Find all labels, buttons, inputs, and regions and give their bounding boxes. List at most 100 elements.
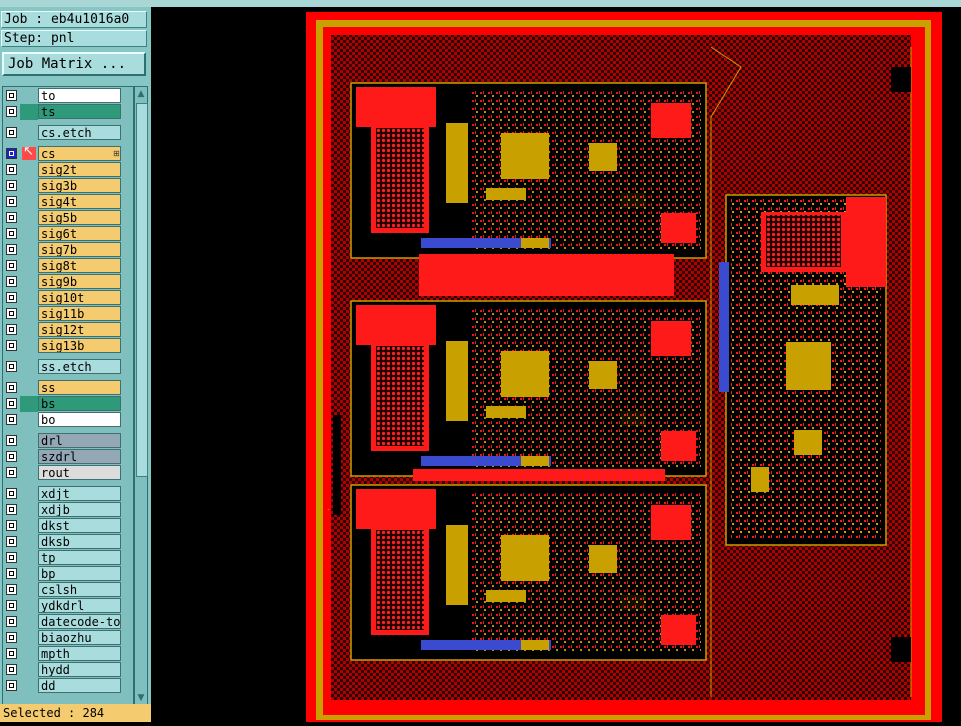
checkbox-icon[interactable]: [6, 600, 17, 611]
layer-row-sig10t[interactable]: sig10t: [3, 290, 133, 306]
layer-name[interactable]: sig7b: [38, 242, 121, 257]
layer-affected-cell[interactable]: [20, 226, 38, 242]
layer-affected-cell[interactable]: [20, 306, 38, 322]
layer-name[interactable]: tp: [38, 550, 121, 565]
layer-affected-cell[interactable]: [20, 598, 38, 614]
layer-affected-cell[interactable]: [20, 449, 38, 465]
checkbox-icon[interactable]: [6, 616, 17, 627]
layer-affected-cell[interactable]: [20, 646, 38, 662]
layer-name[interactable]: dkst: [38, 518, 121, 533]
layer-name[interactable]: sig9b: [38, 274, 121, 289]
layer-affected-cell[interactable]: [20, 534, 38, 550]
layer-affected-cell[interactable]: [20, 582, 38, 598]
checkbox-icon[interactable]: [6, 292, 17, 303]
checkbox-icon[interactable]: [6, 414, 17, 425]
layer-affected-cell[interactable]: [20, 678, 38, 694]
layer-affected-cell[interactable]: [20, 290, 38, 306]
layer-affected-cell[interactable]: [20, 359, 38, 375]
checkbox-icon[interactable]: [6, 648, 17, 659]
layer-name[interactable]: szdrl: [38, 449, 121, 464]
layer-name[interactable]: xdjt: [38, 486, 121, 501]
layer-affected-cell[interactable]: [20, 162, 38, 178]
layer-name[interactable]: biaozhu: [38, 630, 121, 645]
checkbox-icon[interactable]: [6, 244, 17, 255]
layer-name[interactable]: bp: [38, 566, 121, 581]
checkbox-icon[interactable]: [6, 324, 17, 335]
layer-row-sig11b[interactable]: sig11b: [3, 306, 133, 322]
layer-row-cs[interactable]: cs⊞: [3, 144, 133, 162]
layer-row-xdjb[interactable]: xdjb: [3, 502, 133, 518]
layer-row-sig6t[interactable]: sig6t: [3, 226, 133, 242]
layer-name[interactable]: cs.etch: [38, 125, 121, 140]
layer-affected-cell[interactable]: [20, 630, 38, 646]
layer-name[interactable]: rout: [38, 465, 121, 480]
checkbox-icon[interactable]: [6, 148, 17, 159]
layer-name[interactable]: to: [38, 88, 121, 103]
layer-affected-cell[interactable]: [20, 614, 38, 630]
layer-name[interactable]: ts: [38, 104, 121, 119]
layer-name[interactable]: bo: [38, 412, 121, 427]
checkbox-icon[interactable]: [6, 451, 17, 462]
layer-affected-cell[interactable]: [20, 396, 38, 412]
layer-affected-cell[interactable]: [20, 566, 38, 582]
layer-row-sig5b[interactable]: sig5b: [3, 210, 133, 226]
checkbox-icon[interactable]: [6, 106, 17, 117]
layer-row-mpth[interactable]: mpth: [3, 646, 133, 662]
graphic-canvas[interactable]: .: [151, 7, 961, 722]
checkbox-icon[interactable]: [6, 435, 17, 446]
layer-row-bp[interactable]: bp: [3, 566, 133, 582]
layer-row-sig9b[interactable]: sig9b: [3, 274, 133, 290]
layer-name[interactable]: drl: [38, 433, 121, 448]
layer-name[interactable]: sig13b: [38, 338, 121, 353]
layer-affected-cell[interactable]: [20, 242, 38, 258]
checkbox-icon[interactable]: [6, 664, 17, 675]
layer-affected-cell[interactable]: [20, 412, 38, 428]
layer-row-sig2t[interactable]: sig2t: [3, 162, 133, 178]
layer-name[interactable]: sig4t: [38, 194, 121, 209]
layer-name[interactable]: sig12t: [38, 322, 121, 337]
layer-affected-cell[interactable]: [20, 465, 38, 481]
scroll-up-icon[interactable]: ▲: [136, 88, 146, 100]
layer-name[interactable]: cslsh: [38, 582, 121, 597]
checkbox-icon[interactable]: [6, 680, 17, 691]
layer-name[interactable]: hydd: [38, 662, 121, 677]
layer-affected-cell[interactable]: [20, 550, 38, 566]
checkbox-icon[interactable]: [6, 398, 17, 409]
layer-name[interactable]: sig8t: [38, 258, 121, 273]
layer-affected-cell[interactable]: [20, 322, 38, 338]
layer-name[interactable]: cs: [38, 146, 121, 161]
checkbox-icon[interactable]: [6, 196, 17, 207]
layer-name[interactable]: sig2t: [38, 162, 121, 177]
layer-affected-cell[interactable]: [20, 518, 38, 534]
scroll-down-icon[interactable]: ▼: [136, 692, 146, 704]
checkbox-icon[interactable]: [6, 127, 17, 138]
layer-row-sig3b[interactable]: sig3b: [3, 178, 133, 194]
checkbox-icon[interactable]: [6, 212, 17, 223]
layer-row-szdrl[interactable]: szdrl: [3, 449, 133, 465]
checkbox-icon[interactable]: [6, 504, 17, 515]
checkbox-icon[interactable]: [6, 382, 17, 393]
layer-row-cslsh[interactable]: cslsh: [3, 582, 133, 598]
layer-name[interactable]: sig3b: [38, 178, 121, 193]
checkbox-icon[interactable]: [6, 552, 17, 563]
layer-row-bs[interactable]: bs: [3, 396, 133, 412]
layer-name[interactable]: ydkdrl: [38, 598, 121, 613]
checkbox-icon[interactable]: [6, 467, 17, 478]
layer-row-drl[interactable]: drl: [3, 433, 133, 449]
layer-name[interactable]: dd: [38, 678, 121, 693]
layer-name[interactable]: sig5b: [38, 210, 121, 225]
layer-name[interactable]: bs: [38, 396, 121, 411]
layer-row-dksb[interactable]: dksb: [3, 534, 133, 550]
layer-row-ss[interactable]: ss: [3, 380, 133, 396]
layer-row-dkst[interactable]: dkst: [3, 518, 133, 534]
layer-affected-cell[interactable]: [20, 178, 38, 194]
layer-affected-cell[interactable]: [20, 502, 38, 518]
layer-name[interactable]: dksb: [38, 534, 121, 549]
layer-row-cs.etch[interactable]: cs.etch: [3, 125, 133, 141]
layer-affected-cell[interactable]: [20, 380, 38, 396]
layer-name[interactable]: ss: [38, 380, 121, 395]
layer-name[interactable]: xdjb: [38, 502, 121, 517]
layer-affected-cell[interactable]: [20, 258, 38, 274]
layer-row-biaozhu[interactable]: biaozhu: [3, 630, 133, 646]
checkbox-icon[interactable]: [6, 276, 17, 287]
